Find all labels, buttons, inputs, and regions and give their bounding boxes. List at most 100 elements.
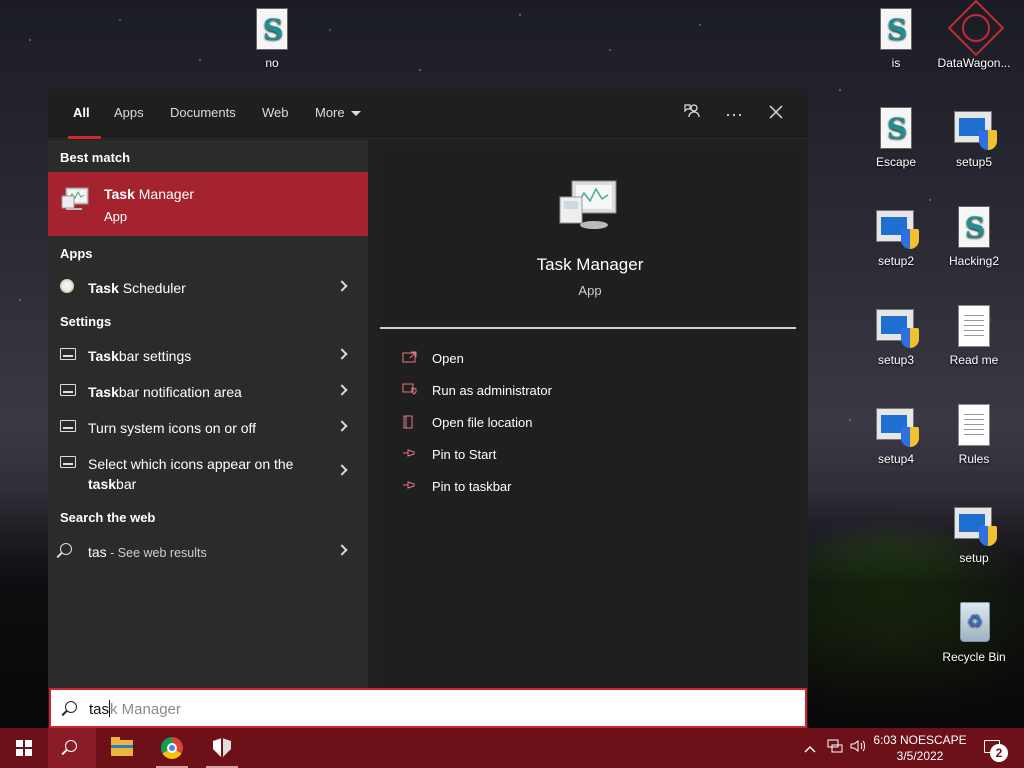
tab-all[interactable]: All	[73, 105, 90, 120]
best-match-result[interactable]: Task Manager App	[48, 172, 368, 236]
taskbar-file-explorer[interactable]	[98, 728, 146, 768]
action-pin-to-taskbar[interactable]: Pin to taskbar	[402, 475, 782, 499]
search-input-text: task Manager	[89, 700, 181, 718]
desktop-icon-label: setup2	[877, 254, 915, 268]
match-highlight: Task	[104, 186, 135, 202]
script-icon	[880, 8, 912, 50]
desktop-icon-escape[interactable]: Escape	[858, 105, 934, 169]
tab-documents[interactable]: Documents	[170, 105, 236, 120]
preview-title: Task Manager	[536, 255, 644, 274]
tab-web[interactable]: Web	[262, 105, 289, 120]
chevron-right-icon[interactable]	[336, 280, 348, 292]
volume-icon[interactable]	[848, 728, 870, 768]
desktop-icon-label: is	[891, 56, 901, 70]
task-manager-icon	[558, 179, 618, 231]
installer-icon	[876, 309, 919, 348]
chevron-right-icon[interactable]	[336, 464, 348, 476]
action-open[interactable]: Open	[402, 347, 782, 371]
result-label: Task Scheduler	[88, 278, 186, 298]
chevron-right-icon[interactable]	[336, 420, 348, 432]
action-pin-to-start[interactable]: Pin to Start	[402, 443, 782, 467]
search-tab-bar: All Apps Documents Web More ···	[48, 89, 808, 139]
search-autocomplete: k Manager	[110, 701, 181, 718]
section-best-match: Best match	[60, 150, 131, 165]
close-icon[interactable]	[763, 101, 789, 127]
taskbar: 6:03 NOESCAPE 3/5/2022 2	[0, 728, 1024, 768]
taskbar-icon	[60, 420, 76, 432]
match-rest: Manager	[134, 186, 195, 202]
results-list: Best match Task Manager App Apps Task Sc…	[48, 140, 368, 689]
desktop-icon-read-me[interactable]: Read me	[936, 303, 1012, 367]
preview-pane: Task Manager App Open Run as administrat…	[380, 153, 800, 689]
desktop-icon-recycle-bin[interactable]: Recycle Bin	[936, 600, 1012, 664]
open-icon	[402, 351, 418, 363]
clock-date: 3/5/2022	[896, 749, 944, 763]
desktop-icon-datawagon[interactable]: DataWagon...	[936, 0, 1012, 70]
result-label: Taskbar settings	[88, 346, 191, 366]
system-clock[interactable]: 6:03 NOESCAPE 3/5/2022	[872, 732, 968, 764]
desktop-icon-setup5[interactable]: setup5	[936, 105, 1012, 169]
chevron-down-icon	[350, 111, 361, 117]
tab-more-label: More	[315, 105, 345, 120]
tab-apps[interactable]: Apps	[114, 105, 144, 120]
start-button[interactable]	[0, 728, 48, 768]
search-icon	[60, 543, 72, 555]
desktop-icon-hacking2[interactable]: Hacking2	[936, 204, 1012, 268]
tab-more[interactable]: More	[315, 105, 361, 120]
pin-icon	[402, 479, 418, 491]
network-icon[interactable]	[824, 728, 846, 768]
chrome-icon	[161, 737, 183, 759]
feedback-icon[interactable]	[679, 101, 705, 127]
taskbar-icon	[60, 456, 76, 468]
match-rest: Scheduler	[118, 280, 186, 296]
taskbar-security[interactable]	[198, 728, 246, 768]
shield-icon	[213, 738, 231, 758]
chevron-right-icon[interactable]	[336, 348, 348, 360]
result-taskbar-notification-area[interactable]: Taskbar notification area	[48, 374, 368, 408]
action-open-file-location[interactable]: Open file location	[402, 411, 782, 435]
result-label: Taskbar notification area	[88, 382, 242, 402]
best-match-subtitle: App	[104, 209, 128, 224]
installer-icon	[954, 507, 997, 546]
result-system-icons[interactable]: Turn system icons on or off	[48, 410, 368, 444]
desktop-icon-is[interactable]: is	[858, 6, 934, 70]
search-icon	[65, 740, 77, 752]
match-rest: bar	[116, 476, 137, 492]
desktop-icon-label: no	[265, 56, 279, 70]
result-task-scheduler[interactable]: Task Scheduler	[48, 270, 368, 304]
result-web-search[interactable]: tas - See web results	[48, 534, 368, 568]
section-web: Search the web	[60, 510, 156, 525]
desktop-icon-rules[interactable]: Rules	[936, 402, 1012, 466]
action-run-as-admin[interactable]: Run as administrator	[402, 379, 782, 403]
section-apps: Apps	[60, 246, 93, 261]
taskbar-search-button[interactable]	[48, 728, 96, 768]
text-document-icon	[958, 305, 990, 347]
chevron-right-icon[interactable]	[336, 544, 348, 556]
action-label: Open	[432, 351, 464, 366]
result-select-icons[interactable]: Select which icons appear on the taskbar	[48, 446, 368, 494]
action-label: Pin to Start	[432, 447, 497, 462]
chevron-right-icon[interactable]	[336, 384, 348, 396]
search-input[interactable]: task Manager	[49, 688, 807, 728]
folder-icon	[111, 737, 133, 756]
desktop-icon-label: setup3	[877, 353, 915, 367]
chevron-up-icon[interactable]	[800, 728, 820, 768]
taskbar-icon	[60, 384, 76, 396]
taskbar-chrome[interactable]	[148, 728, 196, 768]
match-highlight: Task	[88, 384, 119, 400]
action-center-button[interactable]: 2	[978, 728, 1018, 768]
installer-icon	[876, 210, 919, 249]
result-taskbar-settings[interactable]: Taskbar settings	[48, 338, 368, 372]
more-options-icon[interactable]: ···	[721, 101, 747, 127]
installer-icon	[954, 111, 997, 150]
desktop-icon-no[interactable]: no	[234, 6, 310, 70]
search-icon	[65, 701, 77, 713]
desktop-icon-label: Rules	[958, 452, 990, 466]
desktop-icon-setup[interactable]: setup	[936, 501, 1012, 565]
desktop-icon-setup3[interactable]: setup3	[858, 303, 934, 367]
desktop-icon-setup2[interactable]: setup2	[858, 204, 934, 268]
task-manager-icon	[60, 186, 90, 212]
result-label-line1: Select which icons appear on the	[88, 456, 294, 472]
desktop-icon-label: Read me	[949, 353, 999, 367]
desktop-icon-setup4[interactable]: setup4	[858, 402, 934, 466]
